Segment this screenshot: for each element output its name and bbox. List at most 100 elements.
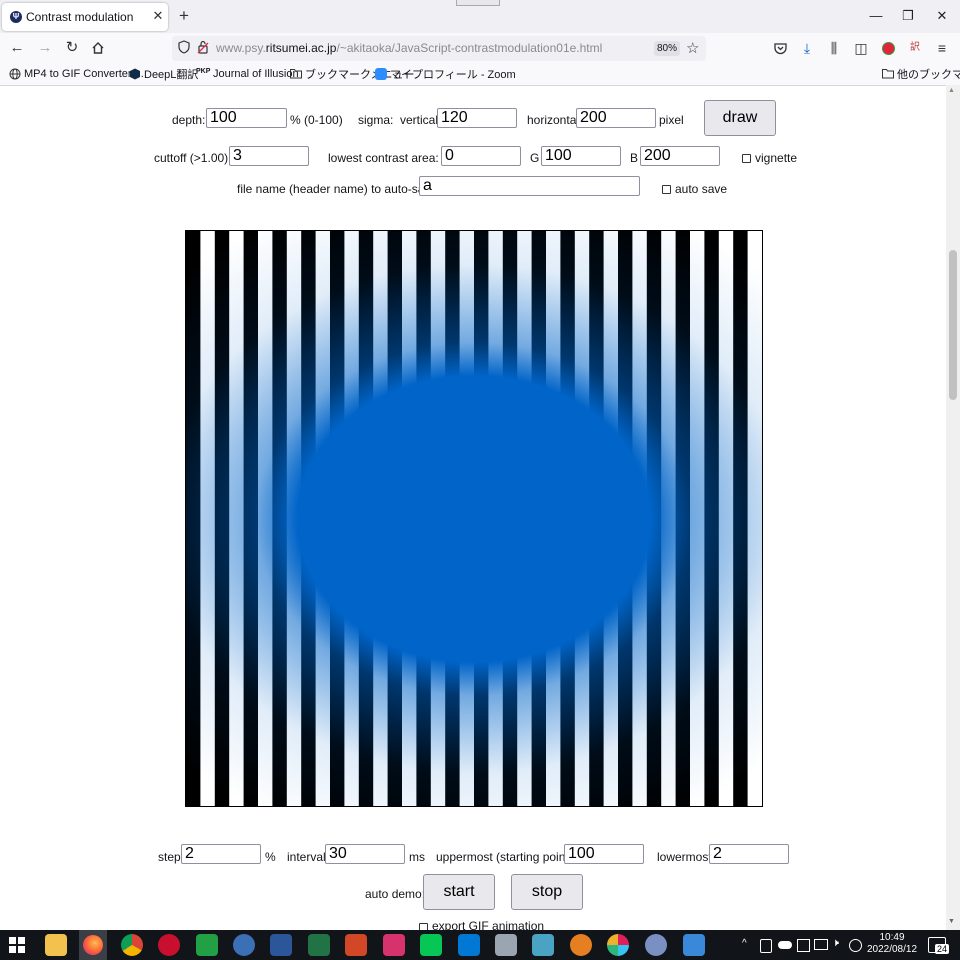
translate-extension-icon[interactable]: 訳 bbox=[905, 37, 925, 59]
address-bar[interactable]: www.psy.ritsumei.ac.jp/~akitaoka/JavaScr… bbox=[172, 36, 706, 61]
photos-icon[interactable] bbox=[683, 934, 705, 956]
library-icon[interactable]: ⫼ bbox=[824, 37, 844, 59]
tray-app-icon[interactable] bbox=[797, 939, 810, 952]
excel-icon[interactable] bbox=[308, 934, 330, 956]
filename-input[interactable]: a bbox=[419, 176, 640, 196]
deepl-icon bbox=[129, 68, 141, 80]
scroll-down-icon[interactable]: ▼ bbox=[948, 918, 955, 925]
notification-count-badge: 24 bbox=[935, 944, 950, 954]
file-explorer-icon[interactable] bbox=[45, 934, 67, 956]
new-tab-button[interactable]: + bbox=[176, 7, 192, 25]
other-bookmarks-folder[interactable]: 他のブックマーク bbox=[882, 66, 960, 82]
extension-red-icon[interactable] bbox=[878, 37, 898, 59]
cutoff-label: cuttoff (>1.00) bbox=[154, 151, 229, 165]
sidebar-icon[interactable]: ◫ bbox=[851, 37, 871, 59]
autosave-checkbox[interactable] bbox=[662, 185, 671, 194]
bookmark-mp4-to-gif[interactable]: MP4 to GIF Converter ... bbox=[9, 66, 144, 82]
zoom-level-badge[interactable]: 80% bbox=[654, 41, 680, 56]
uppermost-label: uppermost (starting point) bbox=[436, 850, 573, 864]
filename-label: file name (header name) to auto-save bbox=[237, 182, 438, 196]
scroll-up-icon[interactable]: ▲ bbox=[948, 87, 955, 94]
home-icon bbox=[92, 42, 104, 54]
step-label: step bbox=[158, 850, 181, 864]
screen-recorder-icon[interactable] bbox=[158, 934, 180, 956]
color-r-input[interactable]: 0 bbox=[441, 146, 521, 166]
tracking-shield-icon[interactable] bbox=[178, 40, 190, 54]
interval-input[interactable]: 30 bbox=[325, 844, 405, 864]
window-drag-grip[interactable] bbox=[456, 0, 500, 6]
tray-close-circle-icon[interactable] bbox=[849, 939, 862, 952]
draw-button[interactable]: draw bbox=[704, 100, 776, 136]
color-g-input[interactable]: 100 bbox=[541, 146, 621, 166]
back-button[interactable]: ← bbox=[6, 37, 28, 59]
lowermost-label: lowermost bbox=[657, 850, 712, 864]
color-b-label: B bbox=[630, 151, 639, 165]
lowermost-input[interactable]: 2 bbox=[709, 844, 789, 864]
clock-time: 10:49 bbox=[879, 932, 905, 943]
app-globe-icon[interactable] bbox=[233, 934, 255, 956]
windows-start-icon[interactable] bbox=[8, 936, 26, 954]
step-input[interactable]: 2 bbox=[181, 844, 261, 864]
zoom-icon bbox=[375, 68, 387, 80]
url-text[interactable]: www.psy.ritsumei.ac.jp/~akitaoka/JavaScr… bbox=[216, 41, 602, 55]
auto-demo-label: auto demo: bbox=[365, 887, 426, 901]
app-teal-icon[interactable] bbox=[532, 934, 554, 956]
line-icon[interactable] bbox=[420, 934, 442, 956]
app-green-icon[interactable] bbox=[196, 934, 218, 956]
scrollbar-thumb[interactable] bbox=[949, 250, 957, 400]
restore-button[interactable]: ❐ bbox=[898, 6, 918, 26]
bookmark-journal-of-illusion[interactable]: PKP Journal of Illusion bbox=[196, 66, 299, 82]
bookmark-zoom-profile[interactable]: マイプロフィール - Zoom bbox=[375, 66, 516, 82]
autosave-label: auto save bbox=[675, 182, 728, 196]
color-g-label: G bbox=[530, 151, 540, 165]
powerpoint-icon[interactable] bbox=[345, 934, 367, 956]
stop-button[interactable]: stop bbox=[511, 874, 583, 910]
menu-hamburger-icon[interactable]: ≡ bbox=[932, 37, 952, 59]
slack-icon[interactable] bbox=[607, 934, 629, 956]
chrome-icon[interactable] bbox=[121, 934, 143, 956]
bookmark-star-icon[interactable]: ☆ bbox=[686, 39, 699, 57]
tray-device-icon[interactable] bbox=[760, 939, 772, 953]
network-icon[interactable] bbox=[814, 939, 828, 950]
outlook-icon[interactable] bbox=[458, 934, 480, 956]
globe-icon bbox=[9, 68, 21, 80]
firefox-taskbar-button[interactable] bbox=[79, 930, 107, 960]
bookmarks-toolbar: MP4 to GIF Converter ... DeepL翻訳 PKP Jou… bbox=[0, 63, 960, 86]
sigma-horizontal-input[interactable]: 200 bbox=[576, 108, 656, 128]
word-icon[interactable] bbox=[270, 934, 292, 956]
downloads-icon[interactable]: ⤓ bbox=[797, 37, 817, 59]
search-app-icon[interactable] bbox=[570, 934, 592, 956]
color-b-input[interactable]: 200 bbox=[640, 146, 720, 166]
start-button[interactable]: start bbox=[423, 874, 495, 910]
uppermost-input[interactable]: 100 bbox=[564, 844, 644, 864]
stimulus-graphic bbox=[186, 231, 762, 806]
tray-expand-icon[interactable]: ^ bbox=[742, 938, 747, 949]
blue-contrast-blob bbox=[186, 231, 762, 806]
tab-close-icon[interactable]: ✕ bbox=[150, 8, 166, 24]
depth-input[interactable]: 100 bbox=[206, 108, 287, 128]
vignette-checkbox[interactable] bbox=[742, 154, 751, 163]
onedrive-icon[interactable] bbox=[778, 941, 792, 949]
sigma-label: sigma: bbox=[358, 113, 394, 127]
close-window-button[interactable]: ✕ bbox=[932, 6, 952, 26]
r-app-icon[interactable] bbox=[645, 934, 667, 956]
tab-title: Contrast modulation bbox=[26, 10, 134, 24]
cutoff-input[interactable]: 3 bbox=[229, 146, 309, 166]
system-clock[interactable]: 10:49 2022/08/12 bbox=[862, 932, 922, 956]
app-hb-icon[interactable] bbox=[383, 934, 405, 956]
tab-contrast-modulation[interactable]: Ψ Contrast modulation ✕ bbox=[2, 3, 168, 31]
interval-label: interval bbox=[287, 850, 326, 864]
app-gray-icon[interactable] bbox=[495, 934, 517, 956]
site-favicon-icon: Ψ bbox=[10, 11, 22, 23]
page-scrollbar[interactable]: ▲ ▼ bbox=[946, 85, 960, 930]
pocket-icon[interactable] bbox=[770, 37, 790, 59]
minimize-button[interactable]: — bbox=[866, 6, 886, 26]
forward-button[interactable]: → bbox=[34, 37, 56, 59]
bookmark-deepl[interactable]: DeepL翻訳 bbox=[129, 66, 198, 82]
reload-button[interactable]: ↻ bbox=[61, 37, 83, 59]
volume-muted-icon[interactable]: 🕨 bbox=[832, 937, 839, 950]
home-button[interactable] bbox=[87, 37, 109, 59]
sigma-vertical-input[interactable]: 120 bbox=[437, 108, 517, 128]
insecure-lock-icon[interactable] bbox=[197, 40, 209, 55]
contrast-modulation-canvas[interactable] bbox=[185, 230, 763, 807]
